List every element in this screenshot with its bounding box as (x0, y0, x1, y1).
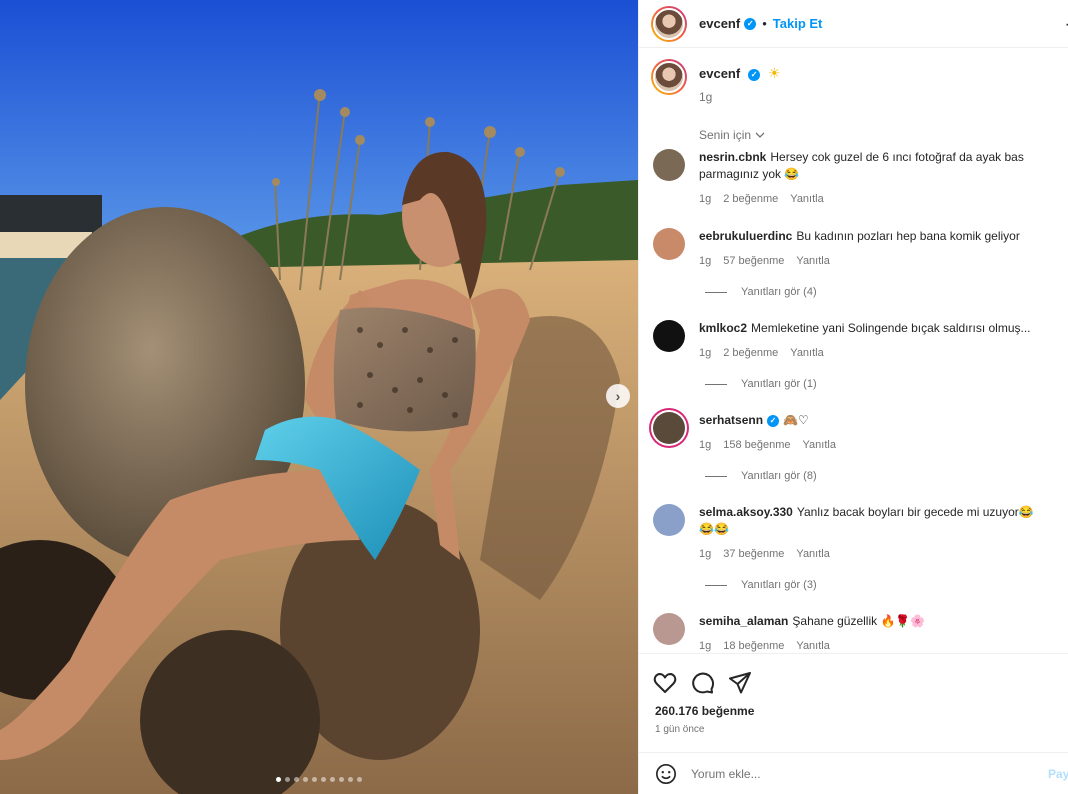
commenter-username[interactable]: eebrukuluerdinc (699, 229, 792, 243)
reply-button[interactable]: Yanıtla (796, 638, 829, 653)
comment-likes[interactable]: 2 beğenme (723, 345, 778, 362)
view-replies-label: Yanıtları gör (3) (741, 579, 817, 591)
emoji-smiley-icon[interactable] (655, 763, 677, 785)
reply-button[interactable]: Yanıtla (790, 345, 823, 362)
comment-text: Şahane güzellik 🔥🌹🌸 (792, 614, 926, 628)
carousel-dot (303, 777, 308, 782)
comment-time: 1g (699, 255, 712, 267)
next-slide-button[interactable]: › (606, 384, 630, 408)
carousel-dot (294, 777, 299, 782)
comment-time: 1g (699, 193, 712, 205)
view-replies-button[interactable]: Yanıtları gör (4) (705, 286, 817, 298)
follow-button[interactable]: Takip Et (773, 16, 823, 31)
carousel-dot (321, 777, 326, 782)
likes-count[interactable]: 260.176 beğenme (639, 704, 1068, 718)
commenter-username[interactable]: kmlkoc2 (699, 321, 747, 335)
author-username[interactable]: evcenf (699, 16, 740, 31)
comment-item: kmlkoc2 Memleketine yani Solingende bıçak… (639, 320, 1068, 362)
post-actions-bar: 260.176 beğenme 1 gün önce Paylaş (639, 653, 1068, 794)
commenter-username[interactable]: serhatsenn (699, 413, 763, 427)
commenter-username[interactable]: nesrin.cbnk (699, 150, 766, 164)
comment-likes[interactable]: 18 beğenme (723, 638, 784, 653)
post-caption: evcenf ✓ ☀ 1g (639, 49, 1068, 104)
carousel-dot (339, 777, 344, 782)
post-header: evcenf ✓ • Takip Et · (639, 0, 1068, 48)
reply-button[interactable]: Yanıtla (796, 253, 829, 270)
comment-text: Memleketine yani Solingende bıçak saldır… (751, 321, 1031, 335)
view-replies-label: Yanıtları gör (8) (741, 470, 817, 482)
commenter-avatar[interactable] (653, 504, 685, 536)
view-replies-button[interactable]: Yanıtları gör (8) (705, 470, 817, 482)
comment-time: 1g (699, 347, 712, 359)
comment-text: Bu kadının pozları hep bana komik geliyo… (796, 229, 1020, 243)
comment-likes[interactable]: 37 beğenme (723, 546, 784, 563)
carousel-dot (276, 777, 281, 782)
caption-username[interactable]: evcenf (699, 66, 740, 81)
comment-item: eebrukuluerdinc Bu kadının pozları hep ba… (639, 228, 1068, 270)
comments-section[interactable]: evcenf ✓ ☀ 1g Senin için nesrin.cbnk Hers… (639, 49, 1068, 653)
reply-button[interactable]: Yanıtla (796, 546, 829, 563)
comment-item: selma.aksoy.330 Yanlız bacak boyları bir … (639, 504, 1068, 563)
comment-item: serhatsenn ✓ 🙈♡ 1g 158 beğenme Yanıtla (639, 412, 1068, 454)
comment-time: 1g (699, 439, 712, 451)
post-detail-panel: evcenf ✓ • Takip Et · evcenf ✓ ☀ 1g Seni… (638, 0, 1068, 794)
post-comment-button[interactable]: Paylaş (1048, 767, 1068, 781)
verified-badge-icon: ✓ (767, 415, 780, 427)
comment-sort-dropdown[interactable]: Senin için (699, 128, 1068, 142)
comment-time: 1g (699, 548, 712, 560)
sort-label: Senin için (699, 128, 752, 142)
view-replies-button[interactable]: Yanıtları gör (3) (705, 579, 817, 591)
author-avatar[interactable] (651, 5, 687, 42)
comment-likes[interactable]: 2 beğenme (723, 191, 778, 208)
view-replies-label: Yanıtları gör (1) (741, 378, 817, 390)
carousel-dots (0, 777, 638, 782)
view-replies-button[interactable]: Yanıtları gör (1) (705, 378, 817, 390)
posted-time: 1 gün önce (655, 724, 705, 735)
commenter-avatar[interactable] (653, 412, 685, 444)
photo-illustration (0, 0, 638, 794)
heart-icon[interactable] (653, 672, 677, 694)
carousel-dot (348, 777, 353, 782)
carousel-dot (357, 777, 362, 782)
carousel-dot (285, 777, 290, 782)
reply-button[interactable]: Yanıtla (790, 191, 823, 208)
add-comment-bar: Paylaş (639, 752, 1068, 794)
caption-avatar[interactable] (651, 59, 687, 95)
commenter-username[interactable]: semiha_alaman (699, 614, 788, 628)
carousel-dot (330, 777, 335, 782)
carousel-dot (312, 777, 317, 782)
comment-item: nesrin.cbnk Hersey cok guzel de 6 ıncı fo… (639, 149, 1068, 208)
commenter-username[interactable]: selma.aksoy.330 (699, 505, 793, 519)
comment-time: 1g (699, 640, 712, 652)
comment-icon[interactable] (691, 671, 715, 695)
comment-text: 🙈♡ (783, 413, 809, 427)
view-replies-label: Yanıtları gör (4) (741, 286, 817, 298)
commenter-avatar[interactable] (653, 228, 685, 260)
separator-dot: • (762, 16, 767, 31)
sun-emoji-icon: ☀ (767, 65, 781, 81)
reply-button[interactable]: Yanıtla (803, 437, 836, 454)
caption-time: 1g (699, 90, 713, 104)
commenter-avatar[interactable] (653, 320, 685, 352)
verified-badge-icon: ✓ (748, 69, 761, 81)
chevron-down-icon (755, 132, 765, 138)
commenter-avatar[interactable] (653, 149, 685, 181)
verified-badge-icon: ✓ (744, 17, 757, 30)
comment-likes[interactable]: 158 beğenme (723, 437, 790, 454)
commenter-avatar[interactable] (653, 613, 685, 645)
post-photo[interactable]: › (0, 0, 638, 794)
comment-likes[interactable]: 57 beğenme (723, 253, 784, 270)
share-icon[interactable] (729, 672, 751, 694)
comment-item: semiha_alaman Şahane güzellik 🔥🌹🌸 1g 18 be… (639, 613, 1068, 653)
comment-input[interactable] (691, 767, 991, 781)
